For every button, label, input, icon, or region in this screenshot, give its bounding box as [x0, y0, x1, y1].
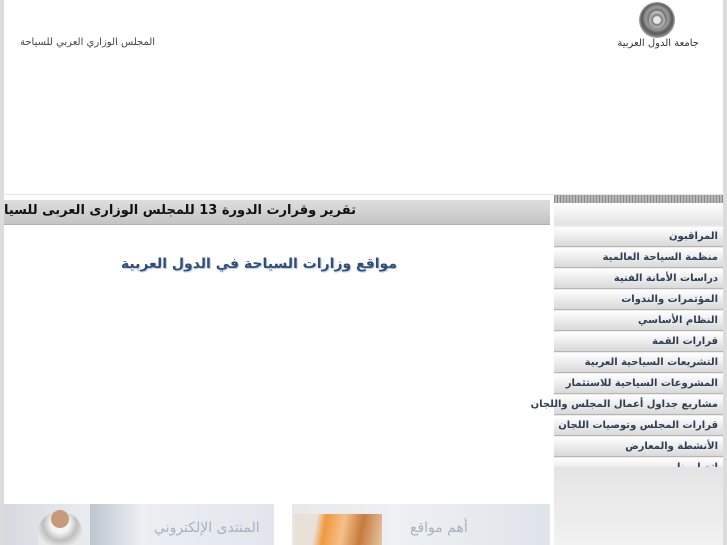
sidebar-item-summit-resolutions[interactable]: قرارات القمة: [554, 332, 723, 352]
sidebar-item-label: مشاريع جداول أعمال المجلس واللجان: [530, 399, 718, 410]
main-content: تقرير وقرارت الدورة 13 للمجلس الوزارى ال…: [4, 200, 550, 545]
sidebar-header: [554, 203, 723, 225]
org-name[interactable]: جامعة الدول العربية: [617, 38, 699, 49]
forum-banner[interactable]: المنتدى الإلكتروني: [4, 504, 274, 545]
forum-banner-text: المنتدى الإلكتروني: [154, 520, 260, 536]
arab-league-seal-icon[interactable]: [640, 3, 674, 37]
council-name: المجلس الوزاري العربي للسياحة: [20, 37, 156, 48]
sidebar-footer-area: [554, 467, 723, 545]
sidebar-item-statute[interactable]: النظام الأساسي: [554, 311, 723, 331]
sidebar-item-technical-studies[interactable]: دراسات الأمانة الفنية: [554, 269, 723, 289]
sidebar-item-label: منظمة السياحة العالمية: [602, 252, 718, 263]
banner-band: [90, 504, 144, 545]
sidebar-item-label: دراسات الأمانة الفنية: [613, 273, 718, 284]
sidebar-item-observers[interactable]: المراقبون: [554, 227, 723, 247]
sidebar-item-label: المراقبون: [669, 231, 718, 242]
sidebar-item-activities[interactable]: الأنشطة والمعارض: [554, 437, 723, 457]
sidebar-menu: المراقبون منظمة السياحة العالمية دراسات …: [530, 227, 723, 479]
sidebar-item-label: المؤتمرات والندوات: [621, 294, 718, 305]
person-photo-icon: [38, 510, 82, 545]
sidebar-item-label: الأنشطة والمعارض: [625, 441, 718, 452]
sidebar-item-label: قرارات القمة: [651, 336, 718, 347]
news-title-bar: تقرير وقرارت الدورة 13 للمجلس الوزارى ال…: [4, 200, 550, 225]
sidebar-item-council-resolutions[interactable]: قرارات المجلس وتوصيات اللجان: [554, 416, 723, 436]
banner-photo-icon: [294, 514, 382, 545]
page-frame: جامعة الدول العربية المجلس الوزاري العرب…: [4, 0, 723, 545]
sidebar-item-label: المشروعات السياحية للاستثمار: [565, 378, 718, 389]
sidebar-item-tourism-legislation[interactable]: التشريعات السياحية العربية: [554, 353, 723, 373]
sites-banner[interactable]: أهم مواقع: [292, 504, 550, 545]
sidebar: المراقبون منظمة السياحة العالمية دراسات …: [530, 195, 723, 545]
sidebar-item-label: قرارات المجلس وتوصيات اللجان: [558, 420, 718, 431]
sites-banner-text: أهم مواقع: [410, 520, 468, 536]
sidebar-item-label: النظام الأساسي: [638, 315, 718, 326]
sidebar-top-pattern: [554, 195, 723, 203]
banner-strip: المنتدى الإلكتروني أهم مواقع: [4, 504, 550, 545]
header: جامعة الدول العربية المجلس الوزاري العرب…: [4, 0, 723, 195]
sidebar-item-investment-projects[interactable]: المشروعات السياحية للاستثمار: [554, 374, 723, 394]
sidebar-item-world-tourism-org[interactable]: منظمة السياحة العالمية: [554, 248, 723, 268]
sidebar-item-agenda-drafts[interactable]: مشاريع جداول أعمال المجلس واللجان: [530, 395, 723, 415]
news-title[interactable]: تقرير وقرارت الدورة 13 للمجلس الوزارى ال…: [4, 203, 356, 218]
sidebar-item-label: التشريعات السياحية العربية: [584, 357, 718, 368]
sidebar-item-conferences[interactable]: المؤتمرات والندوات: [554, 290, 723, 310]
tourism-ministries-link[interactable]: مواقع وزارات السياحة في الدول العربية: [121, 256, 397, 272]
